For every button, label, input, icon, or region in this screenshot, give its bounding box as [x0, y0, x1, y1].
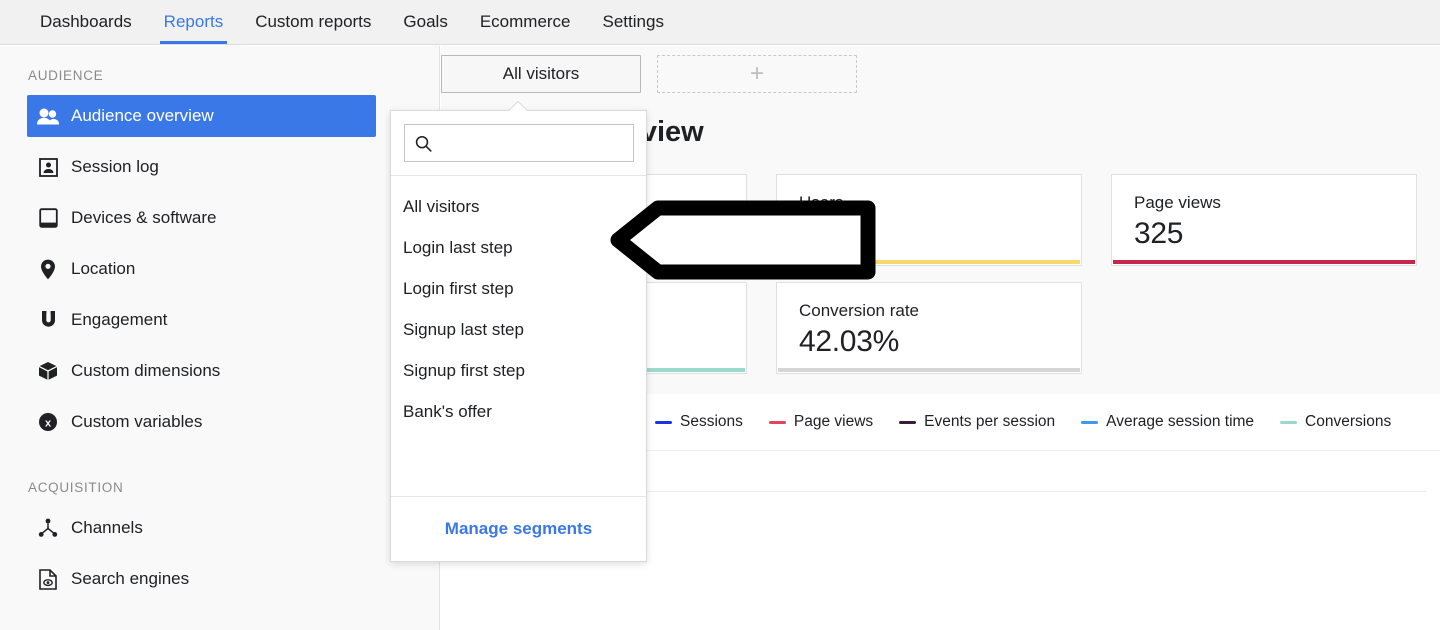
- search-icon: [415, 135, 432, 152]
- sidebar-group-acquisition-label: ACQUISITION: [28, 480, 124, 495]
- sidebar-item-label: Session log: [71, 157, 159, 176]
- person-card-icon: [37, 156, 59, 178]
- sidebar-item-label: Location: [71, 259, 136, 278]
- legend-swatch: [655, 420, 672, 424]
- segment-option-all-visitors[interactable]: All visitors: [391, 186, 646, 227]
- legend-label: Page views: [793, 413, 874, 430]
- variable-circle-icon: x: [37, 411, 59, 433]
- sidebar-item-label: Engagement: [71, 310, 168, 329]
- sidebar-group-audience-label: AUDIENCE: [28, 68, 104, 83]
- svg-text:x: x: [45, 418, 52, 430]
- magnet-icon: [37, 309, 59, 331]
- sidebar-divider-space: [0, 452, 439, 480]
- legend-label: Sessions: [680, 413, 743, 430]
- metric-card-label: Conversion rate: [799, 301, 920, 320]
- segment-option-banks-offer[interactable]: Bank's offer: [391, 391, 646, 432]
- dropdown-caret: [508, 101, 528, 111]
- sidebar-item-label: Search engines: [71, 569, 190, 588]
- sidebar-item-channels[interactable]: Channels: [27, 507, 376, 549]
- dropdown-search-wrapper: [391, 111, 646, 176]
- segment-options-list: All visitors Login last step Login first…: [391, 176, 646, 432]
- segment-option-login-last-step[interactable]: Login last step: [391, 227, 646, 268]
- nav-item-settings[interactable]: Settings: [587, 0, 680, 44]
- people-icon: [37, 105, 59, 127]
- legend-swatch: [1280, 420, 1298, 424]
- nav-item-goals[interactable]: Goals: [387, 0, 463, 44]
- sidebar-item-label: Channels: [71, 518, 143, 537]
- dropdown-footer: Manage segments: [391, 496, 646, 561]
- chart-legend: Sessions Page views Events per session A…: [655, 413, 1391, 431]
- sidebar-item-engagement[interactable]: Engagement: [27, 299, 376, 341]
- chart-gridline: [523, 491, 1426, 492]
- sidebar-item-location[interactable]: Location: [27, 248, 376, 290]
- legend-label: Average session time: [1106, 413, 1255, 430]
- metric-card-label: Page views: [1134, 193, 1221, 212]
- metric-card-value: 325: [1134, 217, 1184, 250]
- metric-card-rule: [1113, 260, 1415, 264]
- sidebar: AUDIENCE Audience overview Session log D…: [0, 46, 440, 630]
- nav-item-reports[interactable]: Reports: [148, 0, 240, 44]
- metric-card-rule: [778, 368, 1080, 372]
- segment-chip-all-visitors[interactable]: All visitors: [441, 55, 641, 93]
- sidebar-item-label: Devices & software: [71, 208, 217, 227]
- legend-swatch: [899, 420, 917, 424]
- legend-label: Events per session: [924, 413, 1056, 430]
- metric-card-conversion-rate[interactable]: Conversion rate 42.03%: [776, 282, 1082, 374]
- sidebar-item-custom-variables[interactable]: x Custom variables: [27, 401, 376, 443]
- segments-bar: All visitors +: [441, 46, 1440, 102]
- nav-item-ecommerce[interactable]: Ecommerce: [464, 0, 587, 44]
- nav-item-custom-reports[interactable]: Custom reports: [239, 0, 387, 44]
- sidebar-item-devices-software[interactable]: Devices & software: [27, 197, 376, 239]
- manage-segments-link[interactable]: Manage segments: [445, 519, 592, 539]
- legend-swatch: [1081, 420, 1099, 424]
- legend-item-page-views[interactable]: Page views: [768, 413, 874, 431]
- share-nodes-icon: [37, 517, 59, 539]
- tablet-icon: [37, 207, 59, 229]
- nav-item-dashboards[interactable]: Dashboards: [24, 0, 148, 44]
- legend-item-average-session-time[interactable]: Average session time: [1081, 413, 1254, 431]
- sidebar-item-session-log[interactable]: Session log: [27, 146, 376, 188]
- segment-option-login-first-step[interactable]: Login first step: [391, 268, 646, 309]
- segment-option-signup-first-step[interactable]: Signup first step: [391, 350, 646, 391]
- legend-item-conversions[interactable]: Conversions: [1280, 413, 1391, 431]
- metric-card-label: Users: [799, 193, 844, 212]
- segment-search-input[interactable]: [440, 134, 623, 152]
- legend-swatch: [768, 420, 786, 424]
- legend-item-events-per-session[interactable]: Events per session: [899, 413, 1055, 431]
- metric-card-page-views[interactable]: Page views 325: [1111, 174, 1417, 266]
- legend-label: Conversions: [1305, 413, 1392, 430]
- sidebar-item-label: Custom variables: [71, 412, 203, 431]
- sidebar-item-audience-overview[interactable]: Audience overview: [27, 95, 376, 137]
- sidebar-item-label: Audience overview: [71, 106, 214, 125]
- top-navigation: Dashboards Reports Custom reports Goals …: [0, 0, 1440, 45]
- sidebar-item-custom-dimensions[interactable]: Custom dimensions: [27, 350, 376, 392]
- add-segment-button[interactable]: +: [657, 55, 857, 93]
- cube-icon: [37, 360, 59, 382]
- sidebar-item-search-engines[interactable]: Search engines: [27, 558, 376, 600]
- legend-item-sessions[interactable]: Sessions: [655, 413, 743, 431]
- segment-dropdown: All visitors Login last step Login first…: [390, 110, 647, 562]
- segment-search-box[interactable]: [404, 124, 634, 162]
- map-pin-icon: [37, 258, 59, 280]
- metric-card-value: 42.03%: [799, 325, 899, 358]
- metric-card-rule: [778, 260, 1080, 264]
- segment-option-signup-last-step[interactable]: Signup last step: [391, 309, 646, 350]
- document-eye-icon: [37, 568, 59, 590]
- plus-icon: +: [749, 60, 764, 87]
- sidebar-item-label: Custom dimensions: [71, 361, 221, 380]
- metric-card-users[interactable]: Users: [776, 174, 1082, 266]
